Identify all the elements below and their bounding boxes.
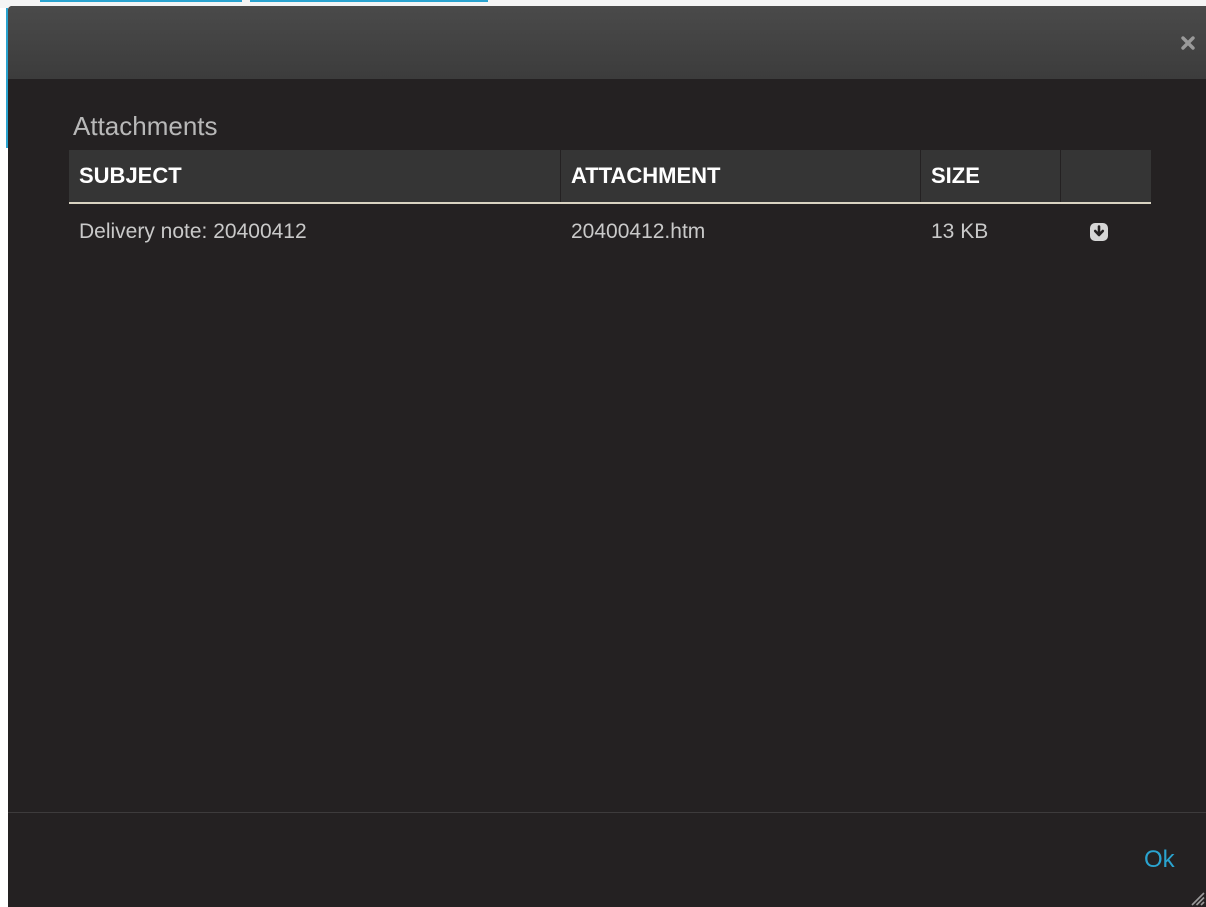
cell-attachment: 20400412.htm	[571, 220, 706, 243]
table-header: SUBJECT ATTACHMENT SIZE	[69, 150, 1151, 204]
column-header-size[interactable]: SIZE	[921, 150, 1061, 202]
column-header-action	[1061, 150, 1151, 202]
dialog-titlebar[interactable]	[8, 6, 1206, 79]
dialog-heading: Attachments	[73, 111, 218, 141]
resize-grip-icon[interactable]	[1188, 889, 1206, 907]
cell-size: 13 KB	[931, 220, 989, 243]
attachments-dialog: Attachments SUBJECT ATTACHMENT SIZE Deli…	[8, 6, 1206, 907]
footer-divider	[8, 812, 1206, 813]
table-row[interactable]: Delivery note: 20400412 20400412.htm 13 …	[69, 204, 1151, 260]
cell-subject: Delivery note: 20400412	[79, 220, 307, 243]
close-icon	[1181, 36, 1195, 50]
download-icon[interactable]	[1089, 222, 1109, 242]
close-button[interactable]	[1176, 31, 1200, 55]
column-header-attachment[interactable]: ATTACHMENT	[561, 150, 921, 202]
attachments-table: SUBJECT ATTACHMENT SIZE Delivery note: 2…	[69, 150, 1151, 260]
column-header-subject[interactable]: SUBJECT	[69, 150, 561, 202]
cell-action	[1061, 222, 1151, 242]
ok-button[interactable]: Ok	[1144, 842, 1175, 878]
